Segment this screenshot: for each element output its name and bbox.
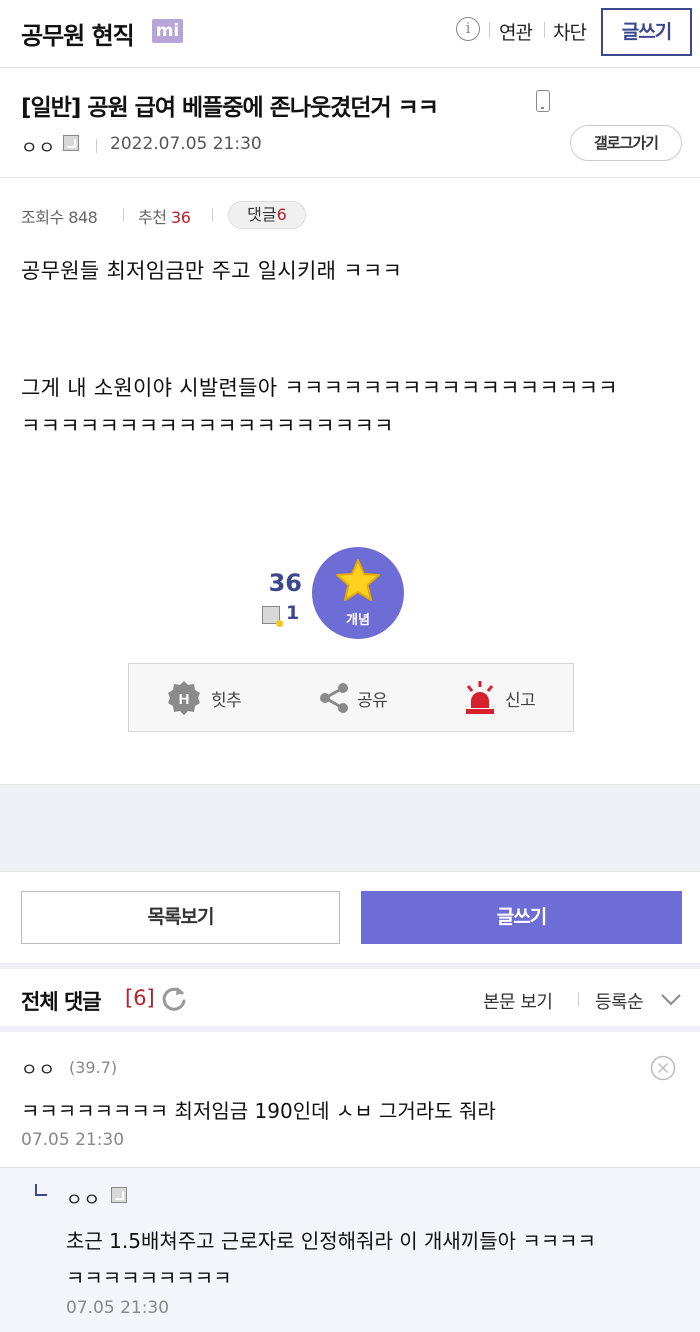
fixed-nick-icon: [111, 1187, 127, 1203]
block-link[interactable]: 차단: [553, 18, 587, 45]
hit-icon: H: [168, 681, 200, 715]
views-count: 848: [68, 208, 98, 227]
refresh-icon[interactable]: [160, 984, 188, 1012]
comment-label: 댓글: [247, 205, 277, 224]
reply-nick[interactable]: ㅇㅇ: [66, 1186, 101, 1212]
recommend-count: 36: [171, 208, 191, 227]
comment-ip: (39.7): [69, 1058, 118, 1077]
post-author[interactable]: ㅇㅇ: [21, 134, 56, 160]
gallery-name[interactable]: 공무원 현직: [21, 16, 135, 51]
related-link[interactable]: 연관: [499, 18, 533, 45]
post-date: 2022.07.05 21:30: [110, 134, 262, 154]
comments-title: 전체 댓글: [21, 990, 102, 1014]
delete-icon[interactable]: [650, 1055, 676, 1081]
hit-recommend-button[interactable]: H 힛추: [165, 664, 255, 731]
views-label: 조회수: [21, 208, 64, 227]
divider: [489, 22, 490, 38]
ad-spacer: [0, 784, 700, 872]
divider: [578, 992, 579, 1006]
divider: [96, 139, 97, 153]
write-button[interactable]: 글쓰기: [361, 891, 682, 944]
divider: [212, 208, 213, 221]
reply-text-line: 초근 1.5배쳐주고 근로자로 인정해줘라 이 개새끼들아 ㅋㅋㅋㅋ: [66, 1229, 596, 1253]
post-action-bar: H 힛추 공유 신고: [128, 663, 574, 732]
report-label: 신고: [505, 691, 536, 711]
concept-label: 개념: [346, 613, 370, 628]
divider: [544, 22, 545, 38]
comment-date: 07.05 21:30: [21, 1130, 125, 1150]
view-body-link[interactable]: 본문 보기: [483, 988, 553, 1014]
sort-order-select[interactable]: 등록순: [595, 988, 644, 1014]
fixed-nick-icon: [63, 135, 79, 151]
share-button[interactable]: 공유: [317, 664, 397, 731]
gallery-header: 공무원 현직 mi i 연관 차단 글쓰기: [0, 0, 700, 68]
comment-count: 6: [276, 205, 287, 224]
minor-gallery-badge: mi: [152, 19, 183, 43]
recommend-stat: 추천 36: [138, 204, 191, 228]
comment-count-button[interactable]: 댓글6: [228, 201, 306, 229]
comment-nick[interactable]: ㅇㅇ: [21, 1056, 56, 1082]
reply-arrow-icon: [35, 1184, 47, 1196]
share-label: 공유: [357, 691, 388, 711]
comments-count: [6]: [125, 986, 155, 1010]
hit-label: 힛추: [211, 691, 242, 711]
post-body-line: ㅋㅋㅋㅋㅋㅋㅋㅋㅋㅋㅋㅋㅋㅋㅋㅋㅋㅋㅋ: [21, 414, 394, 438]
svg-text:H: H: [179, 691, 190, 708]
gallog-button[interactable]: 갤로그가기: [570, 125, 682, 161]
post-header: [일반] 공원 급여 베플중에 존나웃겼던거 ㅋㅋ ㅇㅇ 2022.07.05 …: [0, 68, 700, 178]
mobile-icon: [536, 90, 550, 112]
views-stat: 조회수 848: [21, 204, 98, 228]
vote-count: 36: [268, 569, 302, 597]
info-icon[interactable]: i: [456, 17, 480, 41]
post-body-line: 공무원들 최저임금만 주고 일시키래 ㅋㅋㅋ: [21, 259, 403, 283]
comment-item: ㅇㅇ (39.7) ㅋㅋㅋㅋㅋㅋㅋㅋ 최저임금 190인데 ㅅㅂ 그거라도 줘라…: [0, 1038, 700, 1168]
write-button-top[interactable]: 글쓰기: [601, 8, 692, 56]
recommend-label: 추천: [138, 208, 167, 227]
report-button[interactable]: 신고: [463, 664, 543, 731]
fixed-nick-vote-icon: [262, 606, 283, 627]
concept-vote-button[interactable]: 개념: [312, 547, 404, 639]
comment-text: ㅋㅋㅋㅋㅋㅋㅋㅋ 최저임금 190인데 ㅅㅂ 그거라도 줘라: [21, 1099, 496, 1123]
list-button[interactable]: 목록보기: [21, 891, 340, 944]
reply-text-line: ㅋㅋㅋㅋㅋㅋㅋㅋㅋ: [66, 1266, 232, 1290]
reply-date: 07.05 21:30: [66, 1298, 170, 1318]
siren-icon: [466, 681, 494, 714]
star-icon: [336, 559, 380, 601]
post-body-line: 그게 내 소원이야 시발련들아 ㅋㅋㅋㅋㅋㅋㅋㅋㅋㅋㅋㅋㅋㅋㅋㅋㅋ: [21, 376, 618, 400]
chevron-down-icon[interactable]: [660, 989, 682, 1009]
post-title: [일반] 공원 급여 베플중에 존나웃겼던거 ㅋㅋ: [21, 95, 439, 121]
reply-item: ㅇㅇ 초근 1.5배쳐주고 근로자로 인정해줘라 이 개새끼들아 ㅋㅋㅋㅋ ㅋㅋ…: [0, 1168, 700, 1332]
fixed-vote-count: 1: [286, 602, 300, 624]
comments-header: 전체 댓글 [6] 본문 보기 등록순: [0, 969, 700, 1032]
divider: [123, 208, 124, 221]
share-icon: [320, 683, 348, 713]
